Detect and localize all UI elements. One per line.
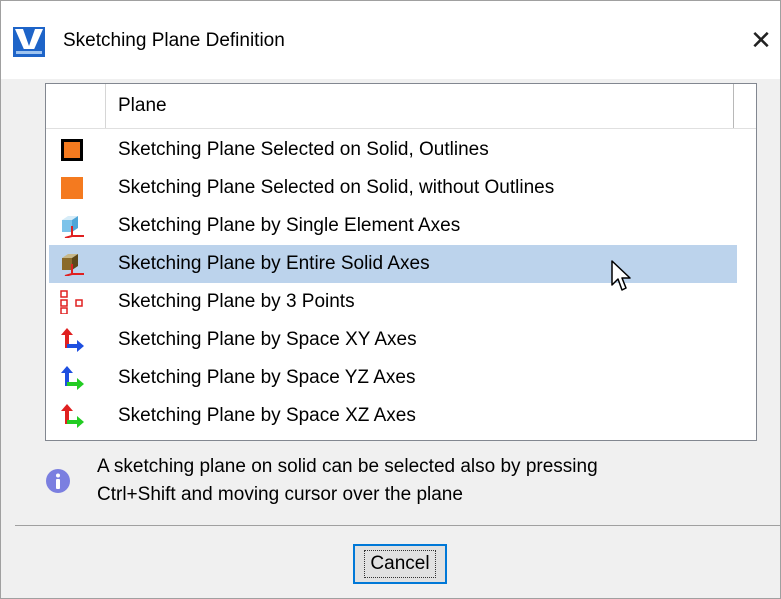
list-item-label: Sketching Plane by Single Element Axes xyxy=(118,215,461,236)
dialog-window: Sketching Plane Definition ✕ Plane Sketc… xyxy=(0,0,781,599)
element-axes-icon xyxy=(62,216,84,238)
close-icon[interactable]: ✕ xyxy=(743,19,779,61)
cancel-button-label: Cancel xyxy=(364,550,436,578)
list-item[interactable]: Sketching Plane by Space XZ Axes xyxy=(49,397,737,435)
info-icon xyxy=(46,469,70,493)
header-plane-column[interactable]: Plane xyxy=(106,84,734,128)
list-item-selected[interactable]: Sketching Plane by Entire Solid Axes xyxy=(49,245,737,283)
list-item-label: Sketching Plane by Space XZ Axes xyxy=(118,405,416,426)
xz-axes-icon xyxy=(61,404,84,428)
cancel-button[interactable]: Cancel xyxy=(353,544,447,584)
vericut-app-icon xyxy=(13,27,45,57)
three-points-icon xyxy=(60,290,83,314)
list-item[interactable]: Sketching Plane by Space XY Axes xyxy=(49,321,737,359)
orange-square-outlined-icon xyxy=(61,139,83,161)
list-item[interactable]: Sketching Plane by 3 Points xyxy=(49,283,737,321)
list-item-label: Sketching Plane by 3 Points xyxy=(118,291,355,312)
mouse-pointer-icon xyxy=(611,260,631,291)
list-item-label: Sketching Plane Selected on Solid, Outli… xyxy=(118,139,489,160)
list-item[interactable]: Sketching Plane by Space YZ Axes xyxy=(49,359,737,397)
list-item-label: Sketching Plane by Space YZ Axes xyxy=(118,367,416,388)
plane-list[interactable]: Plane Sketching Plane Selected on Solid,… xyxy=(45,83,757,441)
list-item-label: Sketching Plane by Entire Solid Axes xyxy=(118,253,430,274)
list-item-label: Sketching Plane by Space XY Axes xyxy=(118,329,417,350)
title-bar: Sketching Plane Definition ✕ xyxy=(1,1,780,79)
list-item[interactable]: Sketching Plane Selected on Solid, witho… xyxy=(49,169,737,207)
window-title: Sketching Plane Definition xyxy=(63,30,285,51)
list-item-label: Sketching Plane Selected on Solid, witho… xyxy=(118,177,555,198)
info-text-line-2: Ctrl+Shift and moving cursor over the pl… xyxy=(97,484,463,505)
header-icon-column[interactable] xyxy=(46,84,106,128)
list-item[interactable]: Sketching Plane by Single Element Axes xyxy=(49,207,737,245)
list-header: Plane xyxy=(46,84,756,129)
xy-axes-icon xyxy=(61,328,84,352)
list-item[interactable]: Sketching Plane Selected on Solid, Outli… xyxy=(49,131,737,169)
separator xyxy=(15,525,780,526)
solid-axes-icon xyxy=(62,254,84,276)
info-text-line-1: A sketching plane on solid can be select… xyxy=(97,456,598,477)
header-filler xyxy=(735,84,756,128)
yz-axes-icon xyxy=(61,366,84,390)
orange-square-icon xyxy=(61,177,83,199)
